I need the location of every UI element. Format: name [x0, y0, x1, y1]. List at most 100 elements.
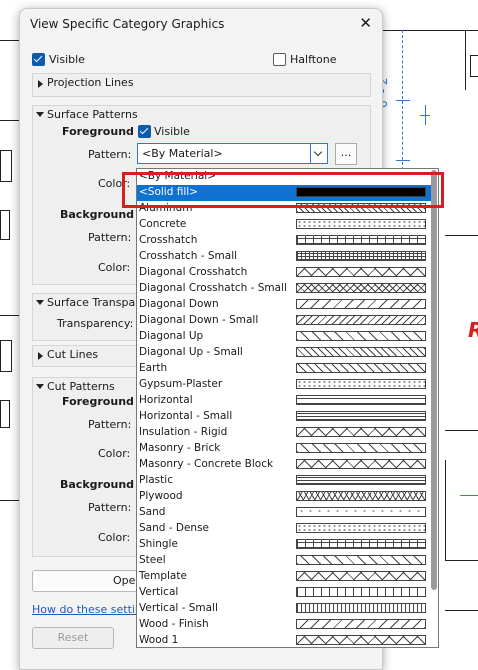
pattern-swatch	[296, 459, 426, 469]
pattern-swatch	[296, 363, 426, 373]
pattern-swatch	[296, 315, 426, 325]
surface-bg-color-label: Color:	[98, 261, 131, 274]
surface-fg-visible-label: Visible	[154, 125, 190, 138]
pattern-list-item[interactable]: Plywood	[137, 489, 437, 505]
cut-bg-color-label: Color:	[98, 531, 131, 544]
pattern-swatch	[296, 251, 426, 261]
pattern-name: Concrete	[139, 218, 187, 230]
pattern-list-item[interactable]: Masonry - Brick	[137, 441, 437, 457]
pattern-list-item[interactable]: Diagonal Down - Small	[137, 313, 437, 329]
pattern-name: Wood 1	[139, 634, 179, 646]
pattern-list-item[interactable]: Steel	[137, 553, 437, 569]
pattern-list-item[interactable]: Wood - Finish	[137, 617, 437, 633]
pattern-name: Masonry - Concrete Block	[139, 458, 274, 470]
chevron-down-icon[interactable]	[310, 144, 327, 163]
surface-fg-visible-checkbox[interactable]	[138, 125, 151, 138]
surface-fg-pattern-label: Pattern:	[88, 148, 132, 161]
pattern-list-item[interactable]: Insulation - Rigid	[137, 425, 437, 441]
projection-lines-section[interactable]: Projection Lines	[32, 73, 371, 97]
pattern-swatch	[296, 347, 426, 357]
pattern-name: Insulation - Rigid	[139, 426, 228, 438]
pattern-list-item[interactable]: Crosshatch	[137, 233, 437, 249]
surface-patterns-header: Surface Patterns	[47, 108, 138, 121]
pattern-swatch	[296, 267, 426, 277]
visible-label: Visible	[49, 53, 85, 66]
pattern-list-item[interactable]: Diagonal Up - Small	[137, 345, 437, 361]
pattern-list-item[interactable]: Sand - Dense	[137, 521, 437, 537]
transparency-label: Transparency:	[57, 317, 134, 330]
projection-lines-header: Projection Lines	[47, 76, 134, 89]
pattern-name: Diagonal Up - Small	[139, 346, 243, 358]
pattern-name: Sand	[139, 506, 166, 518]
pattern-list-item[interactable]: Diagonal Crosshatch - Small	[137, 281, 437, 297]
pattern-name: Crosshatch	[139, 234, 198, 246]
close-icon[interactable]: ✕	[359, 14, 372, 32]
cut-bg-pattern-label: Pattern:	[88, 501, 132, 514]
cut-fg-pattern-label: Pattern:	[88, 418, 132, 431]
cut-lines-header: Cut Lines	[47, 348, 99, 361]
collapse-arrow-icon[interactable]	[36, 300, 44, 305]
pattern-select[interactable]: <By Material>	[137, 143, 328, 164]
pattern-list-item[interactable]: Masonry - Concrete Block	[137, 457, 437, 473]
pattern-swatch	[296, 491, 426, 501]
pattern-list-item[interactable]: Concrete	[137, 217, 437, 233]
pattern-swatch	[296, 427, 426, 437]
halftone-label: Halftone	[290, 53, 337, 66]
pattern-name: Horizontal - Small	[139, 410, 233, 422]
pattern-list-item[interactable]: Vertical - Small	[137, 601, 437, 617]
pattern-swatch	[296, 411, 426, 421]
pattern-name: Diagonal Down	[139, 298, 219, 310]
pattern-list-item[interactable]: Vertical	[137, 585, 437, 601]
pattern-name: Diagonal Up	[139, 330, 204, 342]
pattern-list-item[interactable]: Template	[137, 569, 437, 585]
reset-button[interactable]: Reset	[32, 627, 114, 649]
pattern-name: Diagonal Crosshatch - Small	[139, 282, 287, 294]
cut-patterns-header: Cut Patterns	[47, 380, 115, 393]
expand-arrow-icon	[38, 352, 43, 360]
pattern-list-item[interactable]: Horizontal	[137, 393, 437, 409]
pattern-browse-button[interactable]: ...	[335, 143, 357, 165]
pattern-list-item[interactable]: Plastic	[137, 473, 437, 489]
pattern-list-item[interactable]: Crosshatch - Small	[137, 249, 437, 265]
pattern-name: Shingle	[139, 538, 178, 550]
pattern-name: Diagonal Crosshatch	[139, 266, 248, 278]
pattern-swatch	[296, 219, 426, 229]
cut-foreground-label: Foreground	[62, 395, 134, 408]
pattern-name: Crosshatch - Small	[139, 250, 238, 262]
pattern-select-value: <By Material>	[142, 147, 223, 160]
pattern-list-item[interactable]: Shingle	[137, 537, 437, 553]
red-annotation-text: R	[468, 318, 478, 342]
cut-background-label: Background	[60, 478, 135, 491]
pattern-list-item[interactable]: Diagonal Crosshatch	[137, 265, 437, 281]
pattern-swatch	[296, 619, 426, 629]
pattern-swatch	[296, 283, 426, 293]
pattern-name: Diagonal Down - Small	[139, 314, 259, 326]
collapse-arrow-icon[interactable]	[36, 384, 44, 389]
pattern-swatch	[296, 603, 426, 613]
pattern-swatch	[296, 555, 426, 565]
dialog-title: View Specific Category Graphics	[30, 17, 225, 31]
pattern-list-item[interactable]: Diagonal Down	[137, 297, 437, 313]
pattern-name: Steel	[139, 554, 166, 566]
pattern-list-item[interactable]: Horizontal - Small	[137, 409, 437, 425]
pattern-list-item[interactable]: Earth	[137, 361, 437, 377]
pattern-list-item[interactable]: Sand	[137, 505, 437, 521]
pattern-list-item[interactable]: Gypsum-Plaster	[137, 377, 437, 393]
pattern-swatch	[296, 331, 426, 341]
pattern-list-item[interactable]: Diagonal Up	[137, 329, 437, 345]
pattern-name: Horizontal	[139, 394, 193, 406]
pattern-swatch	[296, 475, 426, 485]
visible-checkbox[interactable]	[32, 53, 45, 66]
pattern-swatch	[296, 235, 426, 245]
pattern-name: Plywood	[139, 490, 183, 502]
dropdown-scrollbar[interactable]	[431, 170, 437, 590]
pattern-name: Gypsum-Plaster	[139, 378, 223, 390]
collapse-arrow-icon[interactable]	[36, 112, 44, 117]
pattern-name: Vertical	[139, 586, 179, 598]
surface-background-label: Background	[60, 208, 135, 221]
pattern-swatch	[296, 299, 426, 309]
pattern-list-item[interactable]: Wood 1	[137, 633, 437, 647]
surface-transparency-header: Surface Transpare	[47, 296, 147, 309]
pattern-swatch	[296, 539, 426, 549]
halftone-checkbox[interactable]	[273, 53, 286, 66]
